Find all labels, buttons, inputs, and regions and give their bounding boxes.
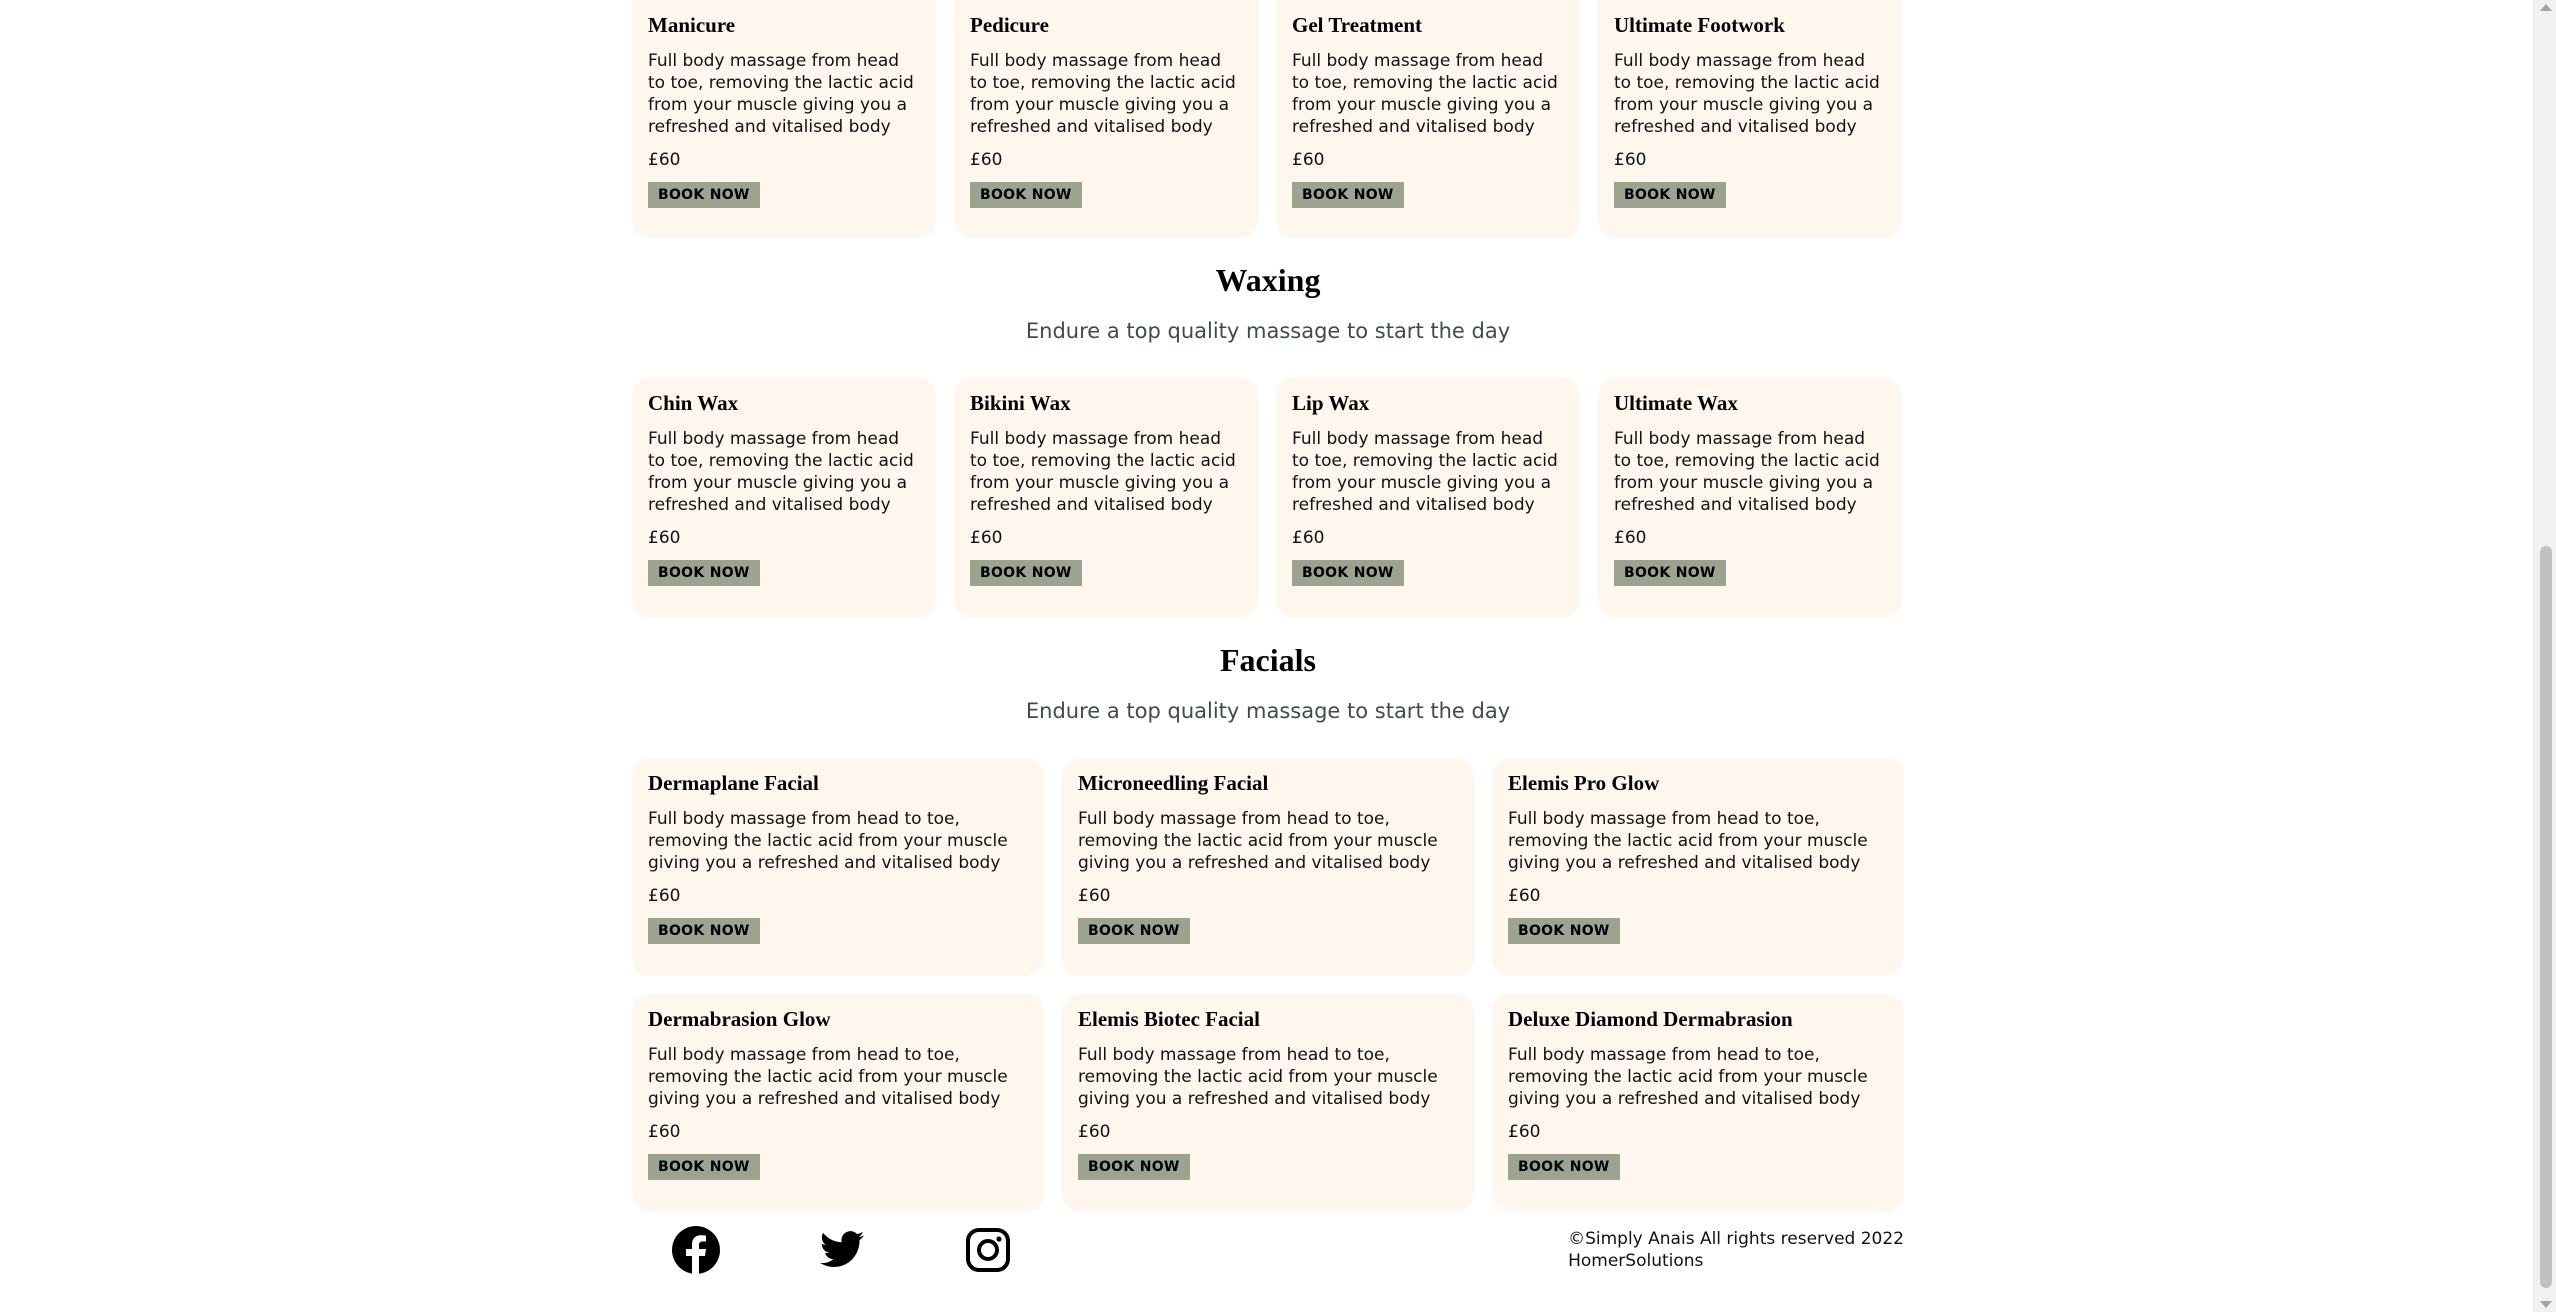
- service-price: £60: [1292, 528, 1325, 548]
- service-description: Full body massage from head to toe, remo…: [648, 51, 914, 137]
- twitter-icon[interactable]: [818, 1226, 866, 1274]
- service-price: £60: [1078, 886, 1111, 906]
- service-description: Full body massage from head to toe, remo…: [1078, 809, 1438, 873]
- service-description: Full body massage from head to toe, remo…: [1508, 1045, 1868, 1109]
- book-now-button[interactable]: BOOK NOW: [1078, 918, 1190, 944]
- service-price: £60: [1614, 528, 1647, 548]
- book-now-button[interactable]: BOOK NOW: [970, 560, 1082, 586]
- service-price: £60: [1508, 886, 1541, 906]
- vertical-scrollbar[interactable]: [2533, 0, 2556, 1312]
- service-card: Dermabrasion Glow Full body massage from…: [632, 994, 1044, 1212]
- service-price: £60: [1614, 150, 1647, 170]
- section-subtitle: Endure a top quality massage to start th…: [1025, 699, 1511, 723]
- service-title: Ultimate Wax: [1614, 391, 1738, 415]
- service-price: £60: [970, 528, 1003, 548]
- service-description: Full body massage from head to toe, remo…: [1614, 429, 1880, 515]
- service-price: £60: [648, 1122, 681, 1142]
- service-title: Chin Wax: [648, 391, 739, 415]
- service-card: Lip Wax Full body massage from head to t…: [1276, 378, 1580, 618]
- instagram-icon[interactable]: [964, 1226, 1012, 1274]
- service-description: Full body massage from head to toe, remo…: [1078, 1045, 1438, 1109]
- book-now-button[interactable]: BOOK NOW: [1292, 182, 1404, 208]
- book-now-button[interactable]: BOOK NOW: [648, 1154, 760, 1180]
- book-now-button[interactable]: BOOK NOW: [648, 918, 760, 944]
- social-links: [632, 1226, 1012, 1274]
- service-card: Dermaplane Facial Full body massage from…: [632, 758, 1044, 976]
- service-title: Gel Treatment: [1292, 13, 1423, 37]
- book-now-button[interactable]: BOOK NOW: [1614, 182, 1726, 208]
- waxing-grid: Chin Wax Full body massage from head to …: [632, 378, 1902, 618]
- book-now-button[interactable]: BOOK NOW: [648, 182, 760, 208]
- service-title: Lip Wax: [1292, 391, 1370, 415]
- service-title: Dermabrasion Glow: [648, 1007, 831, 1031]
- section-subtitle: Endure a top quality massage to start th…: [1025, 319, 1511, 343]
- book-now-button[interactable]: BOOK NOW: [1292, 560, 1404, 586]
- copyright-block: ©Simply Anais All rights reserved 2022 H…: [1568, 1228, 1904, 1272]
- service-title: Manicure: [648, 13, 736, 37]
- service-card: Bikini Wax Full body massage from head t…: [954, 378, 1258, 618]
- service-description: Full body massage from head to toe, remo…: [1292, 429, 1558, 515]
- facials-grid: Dermaplane Facial Full body massage from…: [632, 758, 1904, 1212]
- service-card: Ultimate Footwork Full body massage from…: [1598, 0, 1902, 238]
- section-title: Waxing: [1215, 262, 1321, 298]
- book-now-button[interactable]: BOOK NOW: [970, 182, 1082, 208]
- service-title: Ultimate Footwork: [1614, 13, 1785, 37]
- footer: ©Simply Anais All rights reserved 2022 H…: [632, 1226, 1904, 1274]
- book-now-button[interactable]: BOOK NOW: [1078, 1154, 1190, 1180]
- service-title: Deluxe Diamond Dermabrasion: [1508, 1007, 1793, 1031]
- service-card: Elemis Biotec Facial Full body massage f…: [1062, 994, 1474, 1212]
- service-price: £60: [970, 150, 1003, 170]
- scroll-up-arrow-icon[interactable]: [2540, 4, 2552, 11]
- service-title: Dermaplane Facial: [648, 771, 819, 795]
- service-card: Chin Wax Full body massage from head to …: [632, 378, 936, 618]
- nails-grid: Manicure Full body massage from head to …: [632, 0, 1902, 238]
- service-card: Microneedling Facial Full body massage f…: [1062, 758, 1474, 976]
- book-now-button[interactable]: BOOK NOW: [1508, 1154, 1620, 1180]
- scrollbar-thumb[interactable]: [2540, 546, 2552, 1288]
- service-description: Full body massage from head to toe, remo…: [1614, 51, 1880, 137]
- service-description: Full body massage from head to toe, remo…: [648, 809, 1008, 873]
- facials-header: Facials Endure a top quality massage to …: [632, 642, 1904, 723]
- service-description: Full body massage from head to toe, remo…: [1292, 51, 1558, 137]
- service-card: Deluxe Diamond Dermabrasion Full body ma…: [1492, 994, 1904, 1212]
- scroll-down-arrow-icon[interactable]: [2540, 1301, 2552, 1308]
- service-title: Microneedling Facial: [1078, 771, 1269, 795]
- service-price: £60: [648, 150, 681, 170]
- service-price: £60: [1078, 1122, 1111, 1142]
- service-description: Full body massage from head to toe, remo…: [648, 429, 914, 515]
- service-price: £60: [648, 528, 681, 548]
- service-description: Full body massage from head to toe, remo…: [1508, 809, 1868, 873]
- service-title: Elemis Biotec Facial: [1078, 1007, 1260, 1031]
- service-description: Full body massage from head to toe, remo…: [648, 1045, 1008, 1109]
- copyright-text: ©Simply Anais All rights reserved 2022: [1568, 1229, 1904, 1249]
- service-description: Full body massage from head to toe, remo…: [970, 51, 1236, 137]
- book-now-button[interactable]: BOOK NOW: [1614, 560, 1726, 586]
- service-price: £60: [1508, 1122, 1541, 1142]
- facebook-icon[interactable]: [672, 1226, 720, 1274]
- service-title: Pedicure: [970, 13, 1049, 37]
- waxing-header: Waxing Endure a top quality massage to s…: [632, 262, 1904, 343]
- credit-text: HomerSolutions: [1568, 1251, 1704, 1271]
- service-price: £60: [1292, 150, 1325, 170]
- service-card: Gel Treatment Full body massage from hea…: [1276, 0, 1580, 238]
- book-now-button[interactable]: BOOK NOW: [648, 560, 760, 586]
- service-description: Full body massage from head to toe, remo…: [970, 429, 1236, 515]
- service-card: Manicure Full body massage from head to …: [632, 0, 936, 238]
- section-title: Facials: [1220, 642, 1316, 678]
- service-title: Elemis Pro Glow: [1508, 771, 1660, 795]
- service-card: Pedicure Full body massage from head to …: [954, 0, 1258, 238]
- service-card: Elemis Pro Glow Full body massage from h…: [1492, 758, 1904, 976]
- service-price: £60: [648, 886, 681, 906]
- service-card: Ultimate Wax Full body massage from head…: [1598, 378, 1902, 618]
- service-title: Bikini Wax: [970, 391, 1071, 415]
- book-now-button[interactable]: BOOK NOW: [1508, 918, 1620, 944]
